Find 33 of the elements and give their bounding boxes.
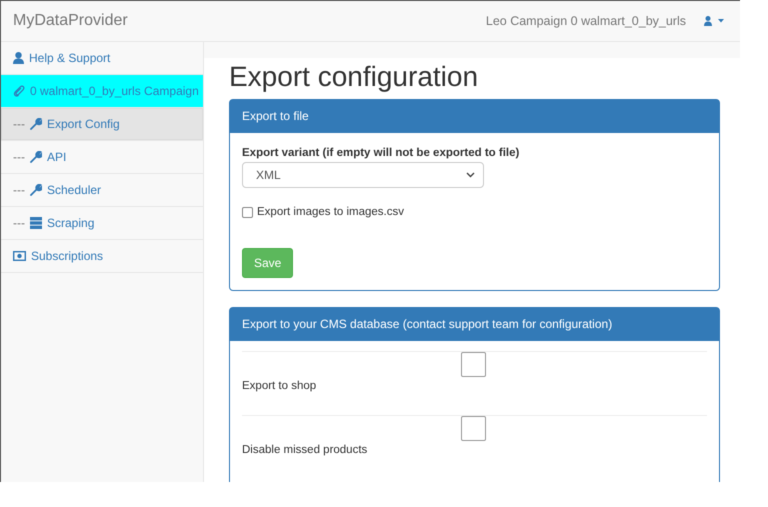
sidebar-item[interactable]: --- Scraping [1,207,203,240]
banknote-icon [13,251,26,261]
sidebar-item[interactable]: Subscriptions [1,240,203,273]
checkbox[interactable] [461,416,486,441]
user-label: Leo Campaign 0 walmart_0_by_urls [486,14,686,28]
sidebar-item[interactable]: --- Export Config [1,108,203,141]
checkbox[interactable] [242,206,253,218]
wrench-icon [30,118,42,130]
variant-select[interactable]: XML [242,162,484,188]
sidebar-item[interactable]: --- API [1,141,203,174]
panel-heading: Export to your CMS database (contact support team for configuration) [230,308,719,341]
person-icon [13,52,24,64]
user-menu-icon[interactable] [704,16,726,26]
indent-dashes: --- [13,150,25,164]
chevron-down-icon [466,172,475,178]
server-icon [30,217,42,229]
indent-dashes: --- [13,183,25,197]
wrench-icon [30,184,42,196]
sidebar-item[interactable]: --- Scheduler [1,174,203,207]
checkbox-label: Export images to images.csv [257,206,404,218]
sidebar-item[interactable]: 0 walmart_0_by_urls Campaign [1,75,203,108]
brand-link[interactable]: MyDataProvider [13,12,486,30]
save-button[interactable]: Save [242,248,294,278]
paperclip-icon [13,85,25,97]
indent-dashes: --- [13,117,25,131]
page-title: Export configuration [229,60,480,94]
field-label: Export variant (if empty will not be exported to file) [242,147,520,159]
checkbox-label: Disable missed products [242,444,368,456]
checkbox-label: Export to shop [242,380,316,392]
indent-dashes: --- [13,216,25,230]
checkbox[interactable] [461,352,486,377]
wrench-icon [30,151,42,163]
panel-heading: Export to file [230,100,719,133]
